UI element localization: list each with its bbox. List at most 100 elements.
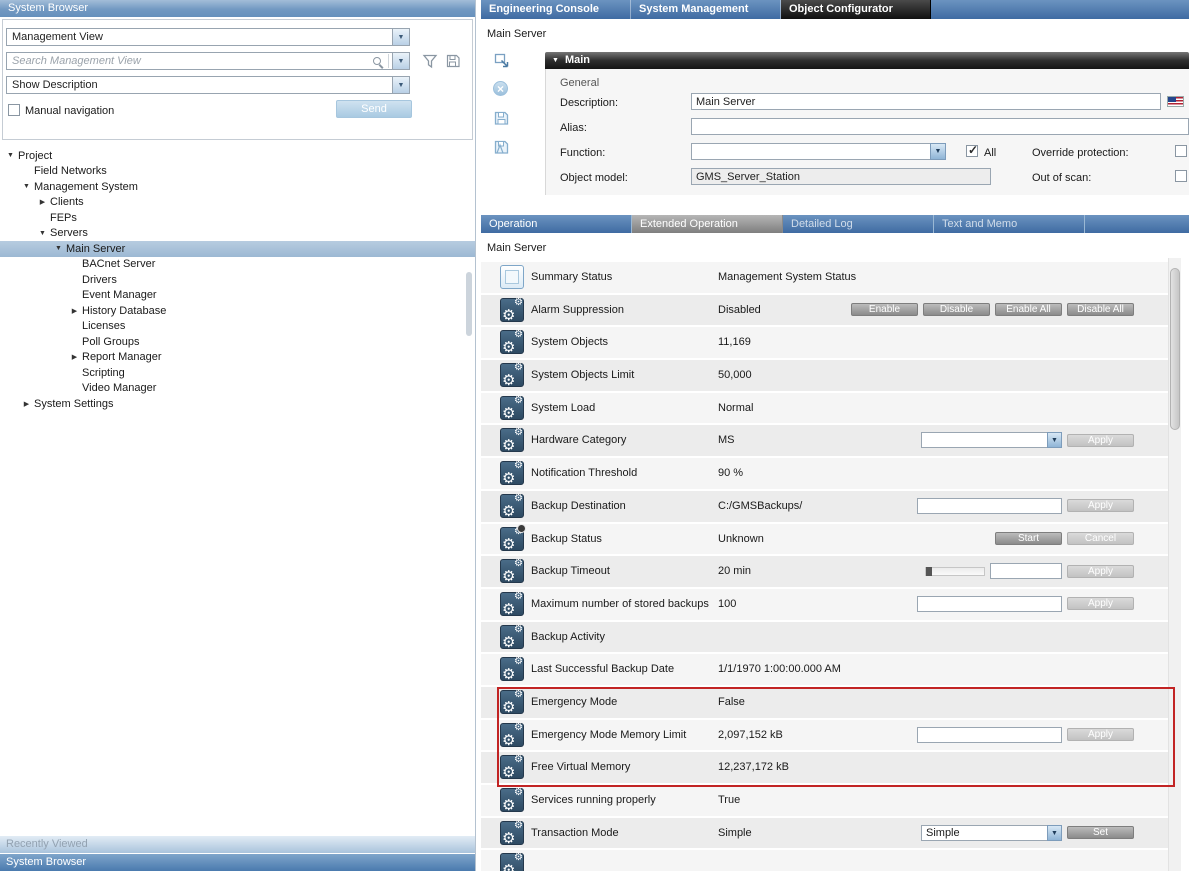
save-as-button[interactable] (493, 139, 511, 157)
description-field[interactable] (691, 93, 1161, 110)
chevron-down-icon[interactable]: ▼ (393, 28, 410, 46)
gears-icon[interactable]: ⚙⚙ (500, 527, 524, 551)
tree-item-clients[interactable]: ▶Clients (0, 195, 475, 211)
filter-button[interactable] (422, 53, 438, 69)
all-checkbox[interactable] (966, 145, 978, 157)
gears-icon[interactable]: ⚙⚙ (500, 461, 524, 485)
gears-icon[interactable]: ⚙⚙ (500, 788, 524, 812)
scrollbar-thumb[interactable] (1170, 268, 1180, 430)
tree-item-feps[interactable]: FEPs (0, 210, 475, 226)
chevron-collapsed-icon[interactable]: ▶ (20, 400, 33, 408)
chevron-expanded-icon[interactable]: ▼ (4, 152, 17, 159)
save-search-button[interactable] (445, 53, 461, 69)
tree-item-field-networks[interactable]: Field Networks (0, 164, 475, 180)
tree-item-poll-groups[interactable]: Poll Groups (0, 334, 475, 350)
value-input[interactable] (917, 596, 1062, 612)
discard-button[interactable]: × (493, 81, 511, 99)
gears-icon[interactable]: ⚙⚙ (500, 428, 524, 452)
assign-button[interactable] (493, 52, 511, 70)
apply-button[interactable]: Apply (1067, 597, 1134, 610)
slider[interactable] (925, 567, 985, 576)
recently-viewed-bar[interactable]: Recently Viewed (0, 836, 475, 853)
save-button[interactable] (493, 110, 511, 128)
out-of-scan-checkbox[interactable] (1175, 170, 1187, 182)
tab-object-configurator[interactable]: Object Configurator (781, 0, 931, 19)
tree-item-report-manager[interactable]: ▶Report Manager (0, 350, 475, 366)
chevron-collapsed-icon[interactable]: ▶ (68, 353, 81, 361)
tree-item-video-manager[interactable]: Video Manager (0, 381, 475, 397)
gears-icon[interactable]: ⚙⚙ (500, 853, 524, 871)
gears-icon[interactable]: ⚙⚙ (500, 363, 524, 387)
send-button[interactable]: Send (336, 100, 412, 118)
apply-button[interactable]: Apply (1067, 728, 1134, 741)
gears-icon[interactable]: ⚙⚙ (500, 755, 524, 779)
scrollbar[interactable] (1168, 258, 1181, 871)
tab-engineering-console[interactable]: Engineering Console (481, 0, 631, 19)
view-select[interactable] (6, 28, 393, 46)
manual-navigation-checkbox[interactable] (8, 104, 20, 116)
tab-detailed-log[interactable]: Detailed Log (783, 215, 934, 233)
disable-button[interactable]: Disable (923, 303, 990, 316)
disable-all-button[interactable]: Disable All (1067, 303, 1134, 316)
set-button[interactable]: Set (1067, 826, 1134, 839)
tree-item-system-settings[interactable]: ▶System Settings (0, 396, 475, 412)
gears-icon[interactable]: ⚙⚙ (500, 723, 524, 747)
apply-button[interactable]: Apply (1067, 434, 1134, 447)
apply-button[interactable]: Apply (1067, 499, 1134, 512)
tree-item-servers[interactable]: ▼Servers (0, 226, 475, 242)
tree-item-project[interactable]: ▼Project (0, 148, 475, 164)
slider-thumb[interactable] (926, 567, 932, 576)
description-select[interactable] (6, 76, 393, 94)
tree-item-scripting[interactable]: Scripting (0, 365, 475, 381)
chevron-down-icon[interactable]: ▼ (1047, 825, 1062, 841)
override-protection-checkbox[interactable] (1175, 145, 1187, 157)
chevron-down-icon[interactable]: ▼ (1047, 432, 1062, 448)
gears-icon[interactable]: ⚙⚙ (500, 657, 524, 681)
summary-status-icon[interactable] (500, 265, 524, 289)
tree-item-main-server[interactable]: ▼Main Server (0, 241, 475, 257)
search-input[interactable] (6, 52, 393, 70)
tree-item-management-system[interactable]: ▼Management System (0, 179, 475, 195)
tree-item-licenses[interactable]: Licenses (0, 319, 475, 335)
gears-icon[interactable]: ⚙⚙ (500, 625, 524, 649)
tree-item-bacnet-server[interactable]: BACnet Server (0, 257, 475, 273)
apply-button[interactable]: Apply (1067, 565, 1134, 578)
gears-icon[interactable]: ⚙⚙ (500, 690, 524, 714)
system-browser-bar[interactable]: System Browser (0, 854, 475, 871)
chevron-collapsed-icon[interactable]: ▶ (68, 307, 81, 315)
main-section-header[interactable]: ▼Main (545, 52, 1189, 69)
tree-item-drivers[interactable]: Drivers (0, 272, 475, 288)
enable-all-button[interactable]: Enable All (995, 303, 1062, 316)
tab-system-management[interactable]: System Management (631, 0, 781, 19)
dropdown-value[interactable]: Simple (921, 825, 1048, 841)
value-input[interactable] (917, 498, 1062, 514)
value-input[interactable] (990, 563, 1062, 579)
start-button[interactable]: Start (995, 532, 1062, 545)
chevron-collapsed-icon[interactable]: ▶ (36, 198, 49, 206)
tab-text-and-memo[interactable]: Text and Memo (934, 215, 1085, 233)
chevron-down-icon[interactable]: ▼ (393, 52, 410, 70)
function-field[interactable] (691, 143, 931, 160)
gears-icon[interactable]: ⚙⚙ (500, 396, 524, 420)
enable-button[interactable]: Enable (851, 303, 918, 316)
tab-operation[interactable]: Operation (481, 215, 632, 233)
gears-icon[interactable]: ⚙⚙ (500, 821, 524, 845)
cancel-button[interactable]: Cancel (1067, 532, 1134, 545)
object-model-field[interactable] (691, 168, 991, 185)
tree-scrollbar-thumb[interactable] (466, 272, 472, 336)
chevron-expanded-icon[interactable]: ▼ (52, 245, 65, 252)
chevron-down-icon[interactable]: ▼ (393, 76, 410, 94)
chevron-down-icon[interactable]: ▼ (930, 143, 946, 160)
gears-icon[interactable]: ⚙⚙ (500, 330, 524, 354)
alias-field[interactable] (691, 118, 1189, 135)
gears-icon[interactable]: ⚙⚙ (500, 298, 524, 322)
value-input[interactable] (917, 727, 1062, 743)
tab-extended-operation[interactable]: Extended Operation (632, 215, 783, 233)
chevron-expanded-icon[interactable]: ▼ (36, 230, 49, 237)
gears-icon[interactable]: ⚙⚙ (500, 592, 524, 616)
gears-icon[interactable]: ⚙⚙ (500, 494, 524, 518)
gears-icon[interactable]: ⚙⚙ (500, 559, 524, 583)
tree-item-event-manager[interactable]: Event Manager (0, 288, 475, 304)
chevron-expanded-icon[interactable]: ▼ (20, 183, 33, 190)
tree-item-history-database[interactable]: ▶History Database (0, 303, 475, 319)
